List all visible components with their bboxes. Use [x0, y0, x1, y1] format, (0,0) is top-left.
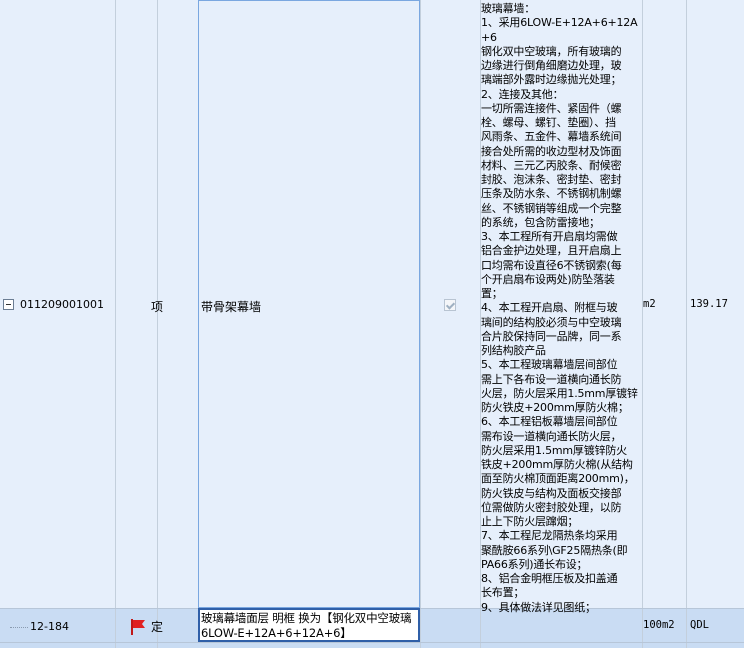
column-divider [420, 0, 421, 648]
description-line: 璃间的结构胶必须与中空玻璃 [481, 315, 622, 329]
description-line: 4、本工程开启扇、附框与玻 [481, 301, 618, 315]
description-line: 璃端部外露时边缘抛光处理； [481, 73, 622, 87]
description-line: 火层，防火层采用1.5mm厚镀锌 [481, 386, 638, 400]
description-line: 7、本工程尼龙隔热条均采用 [481, 529, 618, 543]
description-line: PA66系列)通长布设； [481, 557, 588, 571]
description-line: 材料、三元乙丙胶条、耐候密 [481, 158, 622, 172]
item-quantity[interactable]: 139.17 [690, 298, 728, 310]
quota-quantity[interactable]: QDL [690, 619, 709, 631]
quota-name-editor[interactable]: 玻璃幕墙面层 明框 换为【钢化双中空玻璃6LOW-E+12A+6+12A+6】 [198, 608, 420, 642]
description-line: 压条及防水条、不锈钢机制螺 [481, 187, 622, 201]
description-line: 1、采用6LOW-E+12A+6+12A+6 [481, 16, 638, 44]
description-line: 列结构胶产品 [481, 344, 546, 357]
description-line: 边缘进行倒角细磨边处理，玻 [481, 59, 622, 72]
description-line: 丝、不锈钢销等组成一个完整 [481, 201, 622, 215]
description-line: 铁皮+200mm厚防火棉(从结构 [481, 458, 633, 471]
column-divider [686, 0, 687, 648]
description-line: 需上下各布设一道横向通长防 [481, 372, 622, 386]
item-description[interactable]: 玻璃幕墙： 1、采用6LOW-E+12A+6+12A+6 钢化双中空玻璃，所有玻璃的… [481, 2, 641, 615]
description-line: 5、本工程玻璃幕墙层间部位 [481, 358, 618, 372]
description-line: 个开启扇布设两处)防坠落装 [481, 272, 615, 286]
description-line: 3、本工程所有开启扇均需做 [481, 230, 618, 243]
description-line: 止上下防火层蹿烟； [481, 515, 579, 528]
description-line: 合片胶保持同一品牌，同一系 [481, 329, 622, 343]
description-line: 防火层采用1.5mm厚镀锌防火 [481, 443, 627, 457]
description-line: 钢化双中空玻璃，所有玻璃的 [481, 44, 622, 58]
item-type[interactable]: 项 [116, 298, 198, 315]
column-divider [115, 0, 116, 648]
description-line: 聚酰胺66系列\GF25隔热条(即 [481, 543, 628, 557]
row-divider [0, 642, 744, 643]
description-line: 需布设一道横向通长防火层， [481, 429, 622, 443]
quota-code[interactable]: 12-184 [30, 620, 69, 633]
item-unit[interactable]: m2 [643, 298, 656, 310]
description-line: 长布置； [481, 586, 525, 600]
description-line: 栓、螺母、螺钉、垫圈）、挡 [481, 116, 616, 129]
item-code[interactable]: 011209001001 [20, 298, 104, 311]
description-line: 一切所需连接件、紧固件（螺 [481, 101, 622, 115]
description-line: 9、具体做法详见图纸； [481, 600, 596, 614]
description-line: 铝合金护边处理，且开启扇上 [481, 244, 622, 258]
description-line: 置； [481, 287, 503, 300]
description-line: 面至防火棉顶面距离200mm)， [481, 472, 635, 486]
description-line: 口均需布设直径6不锈钢索(每 [481, 258, 622, 272]
description-line: 2、连接及其他： [481, 87, 564, 101]
description-line: 6、本工程铝板幕墙层间部位 [481, 415, 618, 429]
include-checkbox[interactable] [444, 299, 456, 311]
item-name: 带骨架幕墙 [201, 300, 262, 314]
description-line: 玻璃幕墙： [481, 2, 535, 15]
description-line: 位需做防火密封胶处理，以防 [481, 500, 622, 514]
item-name-cell[interactable]: 带骨架幕墙 [198, 0, 420, 608]
description-line: 8、铝合金明框压板及扣盖通 [481, 572, 618, 585]
quota-type[interactable]: 定 [116, 618, 198, 635]
description-line: 防火铁皮与结构及面板交接部 [481, 486, 622, 500]
description-line: 封胶、泡沫条、密封垫、密封 [481, 173, 622, 186]
collapse-minus-icon[interactable] [3, 299, 14, 310]
description-line: 接合处所需的收边型材及饰面 [481, 144, 622, 158]
description-line: 的系统，包含防雷接地； [481, 215, 600, 229]
tree-connector [10, 627, 28, 628]
column-divider [642, 0, 643, 648]
description-line: 风雨条、五金件、幕墙系统间 [481, 130, 622, 144]
column-divider [157, 0, 158, 648]
quota-unit[interactable]: 100m2 [643, 619, 675, 631]
description-line: 防火铁皮+200mm厚防火棉； [481, 401, 629, 414]
